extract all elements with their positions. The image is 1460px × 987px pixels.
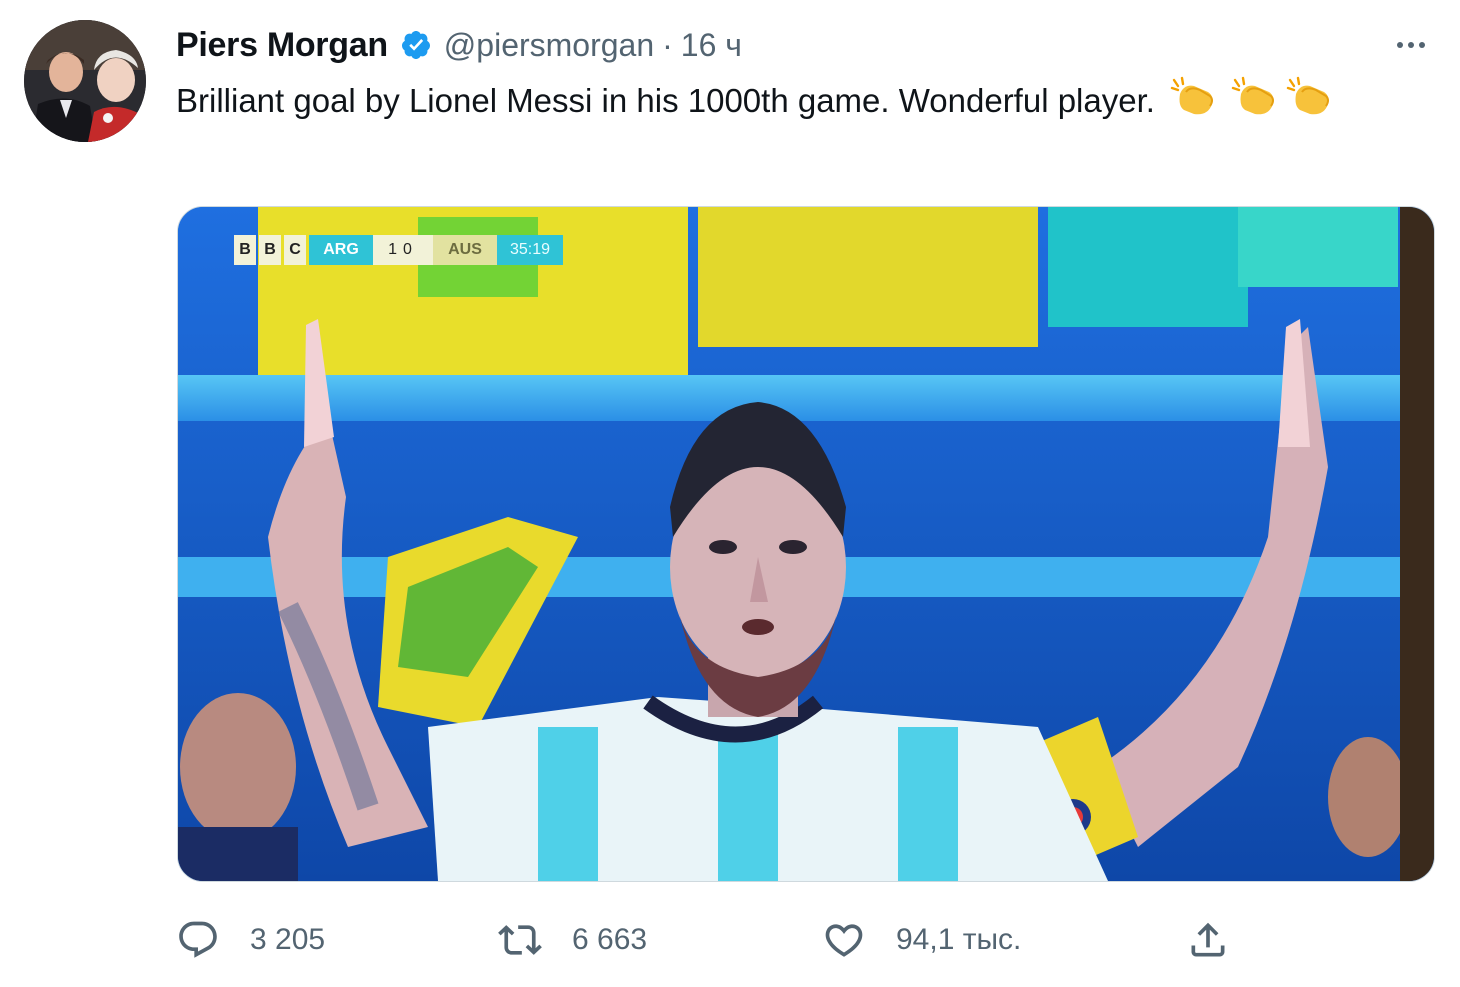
away-team: AUS [433, 235, 497, 265]
verified-badge-icon[interactable] [400, 29, 432, 61]
tweet-media-photo[interactable] [177, 206, 1435, 882]
retweet-count: 6 663 [572, 923, 648, 956]
tweet-text: Brilliant goal by Lionel Messi in his 10… [176, 76, 1416, 131]
clapping-hands-emoji-icon [1231, 76, 1277, 131]
broadcaster-letter: B [234, 235, 256, 265]
broadcast-scorebug: B B C ARG 1 0 AUS 35:19 [234, 235, 563, 265]
reply-button[interactable]: 3 205 [176, 912, 325, 968]
home-team: ARG [309, 235, 373, 265]
clapping-hands-emoji-icon [1170, 76, 1216, 131]
author-display-name[interactable]: Piers Morgan [176, 26, 388, 65]
tweet-body: Brilliant goal by Lionel Messi in his 10… [176, 82, 1155, 119]
separator-dot: · [662, 26, 673, 63]
tweet-action-bar: 3 205 6 663 94,1 тыс. [176, 912, 1276, 968]
match-clock: 35:19 [497, 235, 563, 265]
heart-icon [825, 924, 863, 957]
share-button[interactable] [1186, 912, 1230, 968]
like-button[interactable]: 94,1 тыс. [822, 912, 1021, 968]
broadcaster-letter: B [259, 235, 281, 265]
author-handle[interactable]: @piersmorgan [444, 27, 654, 64]
retweet-button[interactable]: 6 663 [498, 912, 647, 968]
reply-icon [179, 921, 217, 958]
like-count: 94,1 тыс. [896, 923, 1022, 956]
more-options-icon[interactable] [1386, 30, 1436, 60]
home-score: 1 [388, 241, 403, 258]
share-icon [1191, 922, 1225, 957]
away-score: 0 [403, 241, 418, 258]
score-box: 1 0 [373, 235, 433, 265]
reply-count: 3 205 [250, 923, 326, 956]
author-avatar[interactable] [24, 20, 146, 142]
tweet-header: Piers Morgan @piersmorgan · 16 ч [176, 20, 742, 70]
tweet-timestamp[interactable]: 16 ч [681, 27, 742, 64]
clapping-hands-emoji-icon [1286, 76, 1332, 131]
tweet-card[interactable]: Piers Morgan @piersmorgan · 16 ч Brillia… [0, 0, 1460, 987]
broadcaster-letter: C [284, 235, 306, 265]
retweet-icon [498, 925, 542, 955]
